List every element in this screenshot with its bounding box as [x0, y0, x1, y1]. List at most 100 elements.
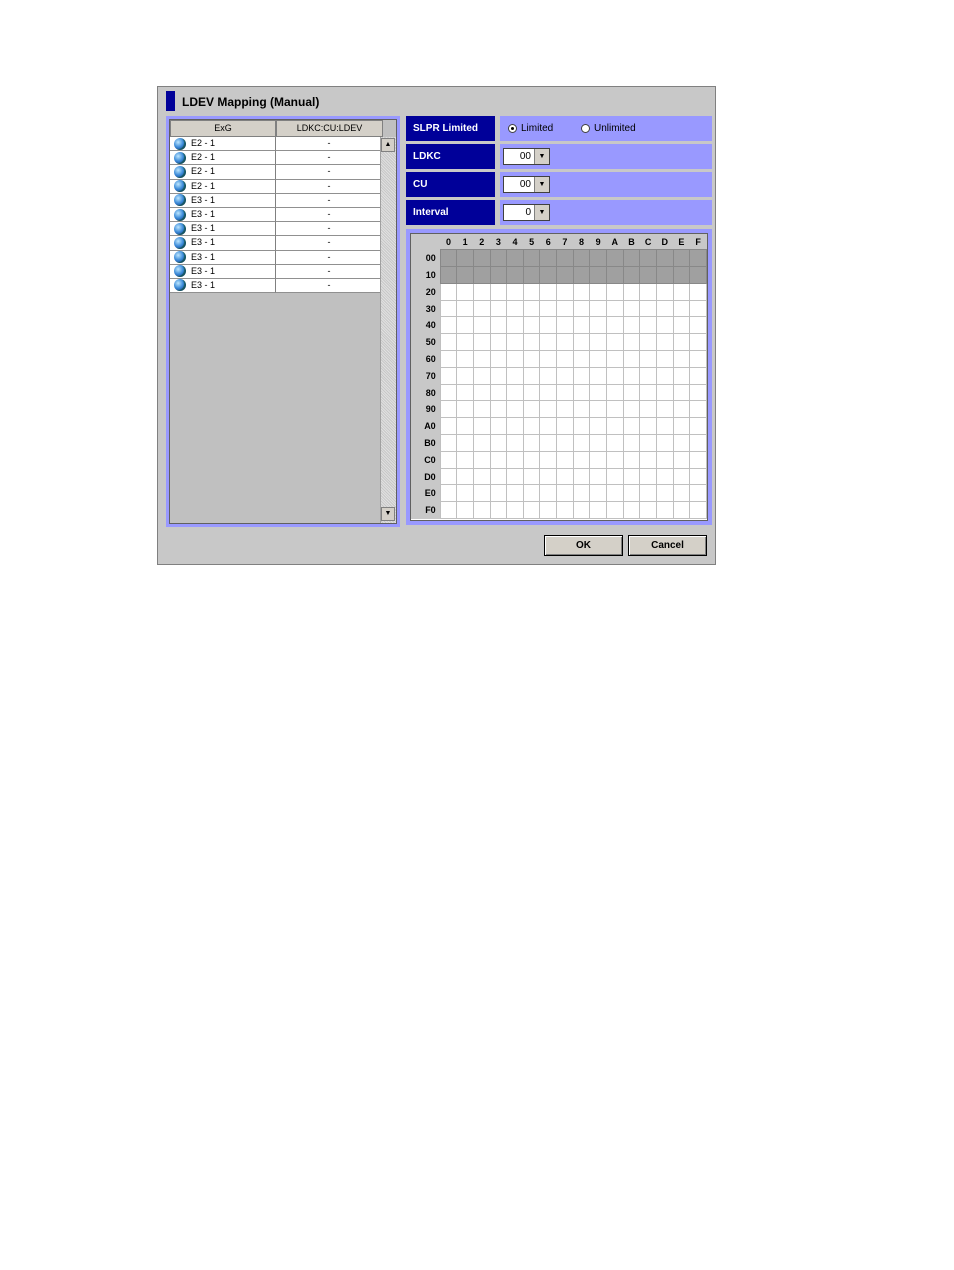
table-row[interactable]: E3 - 1 - [170, 250, 383, 265]
grid-cell[interactable] [639, 299, 657, 318]
grid-cell[interactable] [622, 417, 641, 436]
grid-cell[interactable] [456, 434, 474, 452]
grid-cell[interactable] [522, 316, 541, 335]
grid-cell[interactable] [605, 333, 624, 352]
grid-cell[interactable] [622, 299, 641, 318]
grid-cell[interactable] [506, 383, 524, 402]
grid-cell[interactable] [522, 484, 541, 503]
grid-cell[interactable] [672, 333, 691, 352]
table-row[interactable]: E2 - 1 - [170, 137, 383, 152]
grid-cell[interactable] [489, 400, 508, 419]
grid-cell[interactable] [672, 417, 691, 436]
table-row[interactable]: E2 - 1 - [170, 165, 383, 180]
grid-cell-used[interactable] [456, 249, 474, 268]
grid-cell-used[interactable] [672, 249, 691, 268]
grid-cell[interactable] [539, 299, 558, 318]
grid-cell[interactable] [655, 501, 674, 520]
grid-cell[interactable] [522, 282, 541, 301]
grid-cell[interactable] [522, 383, 541, 402]
grid-cell[interactable] [589, 366, 607, 385]
grid-cell[interactable] [472, 501, 491, 520]
grid-cell[interactable] [639, 400, 657, 419]
grid-cell[interactable] [472, 350, 491, 368]
grid-cell[interactable] [689, 501, 707, 520]
grid-cell[interactable] [456, 484, 474, 503]
grid-cell[interactable] [589, 282, 607, 301]
grid-cell-used[interactable] [689, 266, 707, 284]
grid-cell[interactable] [439, 501, 458, 520]
grid-cell[interactable] [506, 417, 524, 436]
grid-cell[interactable] [655, 484, 674, 503]
grid-cell[interactable] [639, 450, 657, 469]
grid-cell[interactable] [556, 434, 574, 452]
grid-cell[interactable] [506, 467, 524, 486]
grid-cell[interactable] [589, 333, 607, 352]
grid-cell[interactable] [689, 282, 707, 301]
grid-cell-used[interactable] [489, 249, 508, 268]
grid-cell-used[interactable] [472, 249, 491, 268]
grid-cell[interactable] [605, 316, 624, 335]
grid-cell[interactable] [522, 450, 541, 469]
grid-cell[interactable] [472, 467, 491, 486]
grid-cell[interactable] [589, 400, 607, 419]
grid-cell-used[interactable] [689, 249, 707, 268]
grid-cell[interactable] [589, 467, 607, 486]
grid-cell[interactable] [556, 450, 574, 469]
grid-cell[interactable] [589, 501, 607, 520]
grid-cell[interactable] [639, 350, 657, 368]
grid-cell[interactable] [456, 467, 474, 486]
grid-cell-used[interactable] [489, 266, 508, 284]
grid-cell[interactable] [672, 316, 691, 335]
grid-cell[interactable] [572, 350, 591, 368]
grid-cell[interactable] [472, 400, 491, 419]
chevron-down-icon[interactable]: ▼ [534, 205, 549, 220]
grid-cell[interactable] [539, 400, 558, 419]
ldkc-select[interactable]: 00 ▼ [503, 148, 550, 165]
grid-cell[interactable] [506, 501, 524, 520]
grid-cell[interactable] [605, 450, 624, 469]
grid-cell[interactable] [655, 417, 674, 436]
grid-cell[interactable] [672, 400, 691, 419]
grid-cell[interactable] [605, 484, 624, 503]
grid-cell[interactable] [572, 450, 591, 469]
grid-cell-used[interactable] [605, 249, 624, 268]
grid-cell[interactable] [439, 434, 458, 452]
grid-cell[interactable] [639, 417, 657, 436]
grid-cell[interactable] [539, 282, 558, 301]
grid-cell[interactable] [655, 383, 674, 402]
grid-cell[interactable] [489, 417, 508, 436]
grid-cell[interactable] [472, 417, 491, 436]
grid-cell-used[interactable] [589, 249, 607, 268]
radio-limited-dot[interactable] [508, 124, 517, 133]
grid-cell[interactable] [489, 450, 508, 469]
grid-cell[interactable] [472, 333, 491, 352]
grid-cell[interactable] [622, 350, 641, 368]
grid-cell[interactable] [589, 350, 607, 368]
grid-cell-used[interactable] [572, 249, 591, 268]
radio-unlimited[interactable]: Unlimited [581, 123, 636, 134]
grid-cell[interactable] [639, 383, 657, 402]
grid-cell[interactable] [522, 366, 541, 385]
grid-cell[interactable] [689, 484, 707, 503]
grid-cell[interactable] [556, 383, 574, 402]
grid-cell[interactable] [605, 400, 624, 419]
grid-cell[interactable] [672, 350, 691, 368]
grid-cell[interactable] [556, 299, 574, 318]
grid-cell[interactable] [655, 450, 674, 469]
grid-cell[interactable] [655, 434, 674, 452]
grid-cell[interactable] [489, 434, 508, 452]
grid-cell[interactable] [605, 383, 624, 402]
chevron-down-icon[interactable]: ▼ [534, 149, 549, 164]
grid-cell[interactable] [539, 366, 558, 385]
grid-cell[interactable] [639, 282, 657, 301]
grid-cell[interactable] [456, 333, 474, 352]
table-row[interactable]: E3 - 1 - [170, 264, 383, 279]
grid-cell[interactable] [556, 417, 574, 436]
grid-cell[interactable] [522, 350, 541, 368]
grid-cell-used[interactable] [639, 266, 657, 284]
grid-cell[interactable] [506, 434, 524, 452]
chevron-down-icon[interactable]: ▼ [534, 177, 549, 192]
grid-cell[interactable] [472, 366, 491, 385]
vertical-scrollbar[interactable]: ▲ ▼ [380, 137, 396, 523]
grid-cell[interactable] [589, 484, 607, 503]
